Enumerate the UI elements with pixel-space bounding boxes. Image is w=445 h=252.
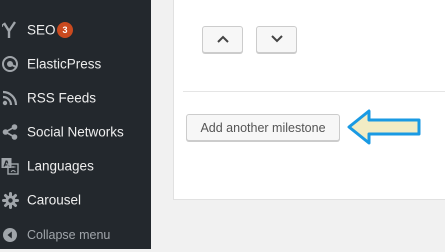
sidebar-item-label: Social Networks	[27, 124, 124, 140]
sidebar-item-label: Carousel	[27, 192, 82, 208]
collapse-menu-button[interactable]: Collapse menu	[0, 218, 151, 252]
sidebar-item-seo[interactable]: SEO 3	[0, 13, 151, 47]
gear-icon	[1, 191, 19, 209]
sidebar-item-label: Languages	[27, 158, 94, 174]
rss-icon	[1, 89, 19, 107]
chevron-up-icon	[216, 32, 230, 47]
sidebar-item-label: SEO	[27, 22, 56, 38]
sidebar-item-label: RSS Feeds	[27, 90, 97, 106]
move-down-button[interactable]	[256, 26, 297, 53]
sidebar-item-carousel[interactable]: Carousel	[0, 183, 151, 217]
move-up-button[interactable]	[202, 26, 243, 53]
sidebar-item-rss-feeds[interactable]: RSS Feeds	[0, 81, 151, 115]
sidebar-item-languages[interactable]: A Languages	[0, 149, 151, 183]
divider	[183, 91, 445, 92]
elasticpress-icon	[1, 55, 19, 73]
collapse-menu-label: Collapse menu	[27, 228, 111, 242]
share-icon	[1, 123, 19, 141]
notification-badge: 3	[57, 22, 73, 38]
chevron-down-icon	[270, 32, 284, 47]
sidebar-item-social-networks[interactable]: Social Networks	[0, 115, 151, 149]
add-another-milestone-button[interactable]: Add another milestone	[186, 114, 340, 141]
sidebar-item-elasticpress[interactable]: ElasticPress	[0, 47, 151, 81]
callout-arrow-icon	[347, 109, 421, 145]
admin-sidebar: SEO 3 ElasticPress RSS Feeds Social Netw…	[0, 0, 151, 249]
translation-icon: A	[1, 157, 19, 175]
yoast-icon	[1, 21, 19, 39]
sidebar-item-label: ElasticPress	[27, 56, 102, 72]
collapse-icon	[1, 226, 19, 244]
